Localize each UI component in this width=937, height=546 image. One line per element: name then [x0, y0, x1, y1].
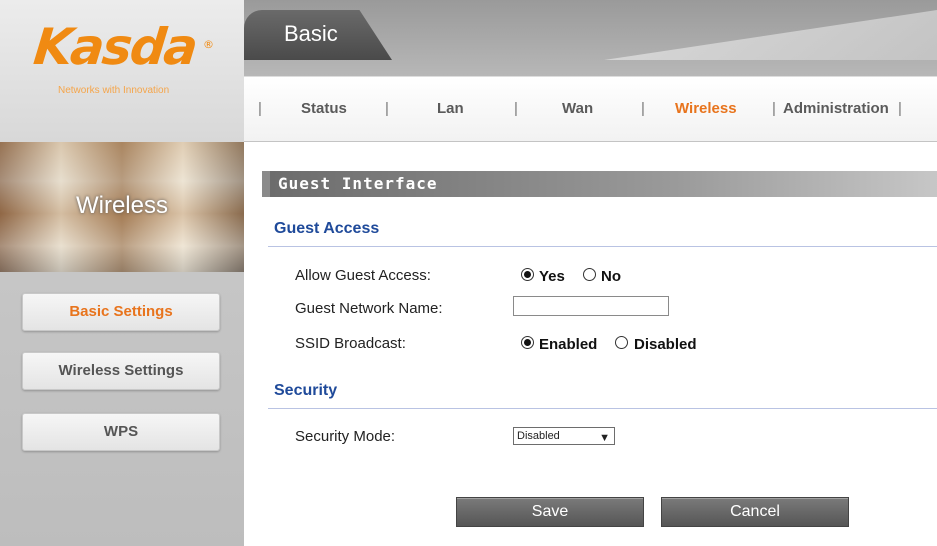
ssid-enabled-label: Enabled [539, 336, 598, 353]
nav-wan[interactable]: Wan [562, 100, 593, 117]
section-title: Wireless [75, 192, 168, 219]
allow-guest-access-label: Allow Guest Access: [295, 267, 431, 284]
ssid-disabled-radio[interactable] [615, 336, 628, 349]
security-mode-select[interactable]: Disabled ▼ [513, 427, 615, 445]
security-mode-value: Disabled [517, 430, 560, 442]
section-divider [268, 246, 937, 247]
brand-tagline: Networks with Innovation [58, 85, 170, 96]
nav-administration[interactable]: Administration [783, 100, 889, 117]
nav-lan[interactable]: Lan [437, 100, 464, 117]
panel-title: Guest Interface [278, 174, 438, 193]
nav-wireless[interactable]: Wireless [675, 100, 737, 117]
cancel-button[interactable]: Cancel [661, 497, 849, 527]
ssid-disabled-label: Disabled [634, 336, 697, 353]
brand-logo: Kasda [30, 18, 199, 76]
guest-network-name-input[interactable] [513, 296, 669, 316]
nav-separator: | [385, 100, 389, 117]
allow-guest-no-radio[interactable] [583, 268, 596, 281]
sidebar-item-basic-settings[interactable]: Basic Settings [22, 293, 220, 331]
allow-guest-yes-label: Yes [539, 268, 565, 285]
nav-separator: | [258, 100, 262, 117]
chevron-down-icon: ▼ [599, 432, 610, 444]
sidebar-item-wireless-settings[interactable]: Wireless Settings [22, 352, 220, 390]
nav-separator: | [514, 100, 518, 117]
allow-guest-no-label: No [601, 268, 621, 285]
nav-status[interactable]: Status [301, 100, 347, 117]
nav-separator: | [641, 100, 645, 117]
allow-guest-yes-radio[interactable] [521, 268, 534, 281]
security-mode-label: Security Mode: [295, 428, 396, 445]
section-divider [268, 408, 937, 409]
nav-separator: | [898, 100, 902, 117]
security-heading: Security [274, 382, 338, 399]
left-panel: Kasda ® Networks with Innovation Wireles… [0, 0, 244, 546]
sidebar-item-wps[interactable]: WPS [22, 413, 220, 451]
nav-separator: | [772, 100, 776, 117]
save-button[interactable]: Save [456, 497, 644, 527]
guest-network-name-label: Guest Network Name: [295, 300, 443, 317]
logo-area: Kasda ® Networks with Innovation [0, 0, 244, 142]
ssid-enabled-radio[interactable] [521, 336, 534, 349]
registered-mark: ® [203, 38, 214, 51]
ssid-broadcast-label: SSID Broadcast: [295, 335, 406, 352]
header-decoration [604, 10, 937, 60]
guest-access-heading: Guest Access [274, 220, 380, 237]
